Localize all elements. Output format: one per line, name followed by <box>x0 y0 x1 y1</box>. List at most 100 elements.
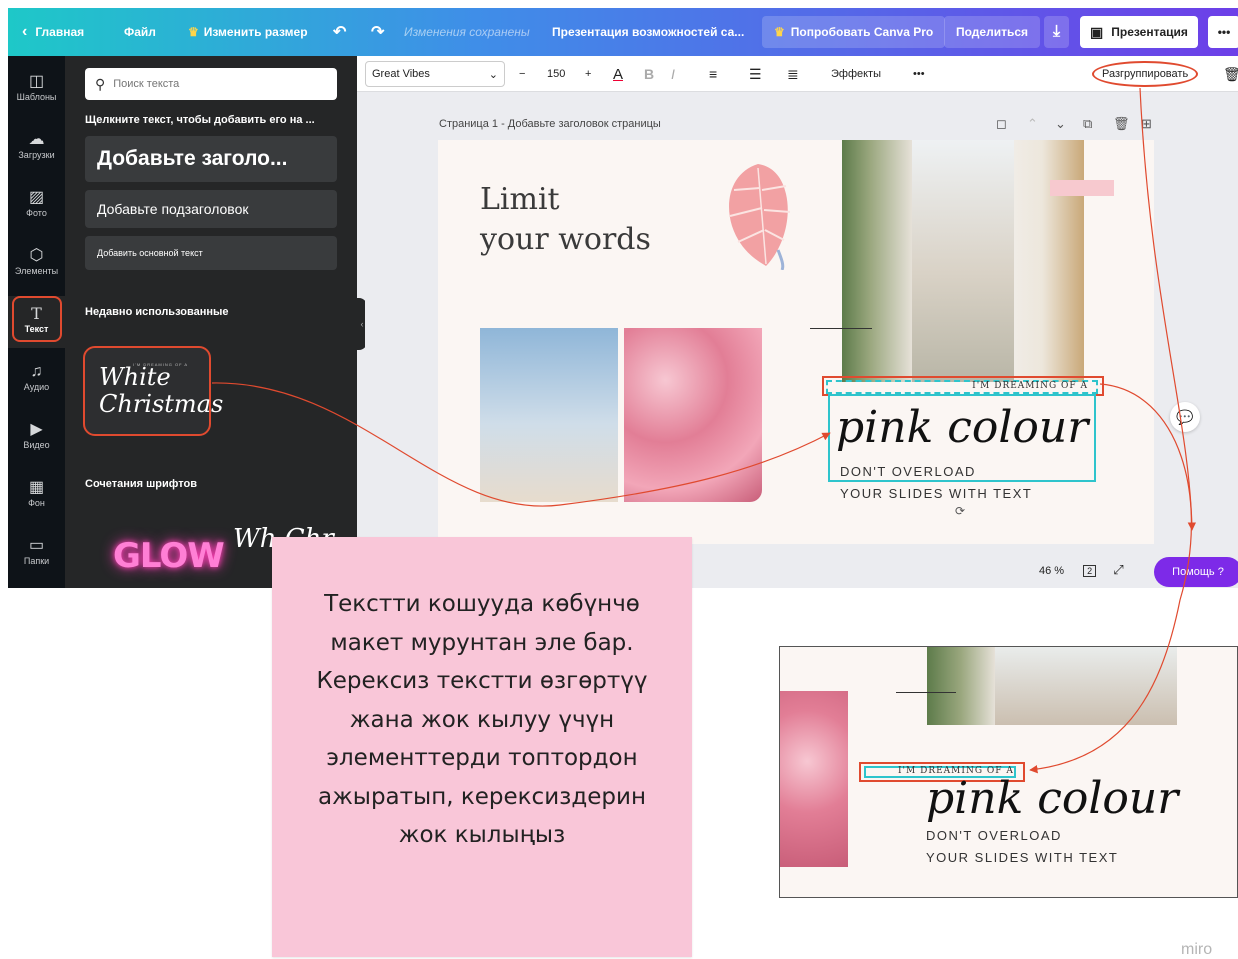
presentation-icon: ▣ <box>1090 23 1104 40</box>
align-icon[interactable]: ≡ <box>709 56 717 92</box>
more-icon[interactable]: ••• <box>1208 16 1238 48</box>
notes-icon[interactable]: ◻ <box>996 116 1007 132</box>
pink-colour-text: pink colour <box>926 773 1179 824</box>
chevron-down-icon: ⌄ <box>488 68 498 81</box>
combos-section-title: Сочетания шрифтов <box>85 478 197 490</box>
increase-size-button[interactable]: + <box>585 56 591 92</box>
effects-button[interactable]: Эффекты <box>831 56 881 92</box>
rose-petals-photo[interactable] <box>624 328 762 502</box>
dont-overload-text[interactable]: DON'T OVERLOAD <box>840 464 976 479</box>
canvas-workspace: Страница 1 - Добавьте заголовок страницы… <box>365 92 1238 588</box>
street-photo <box>927 647 1177 725</box>
duplicate-icon[interactable]: ⧉ <box>1083 116 1092 132</box>
file-menu[interactable]: Файл <box>124 8 156 56</box>
page-title[interactable]: Страница 1 - Добавьте заголовок страницы <box>439 118 661 130</box>
top-bar: ‹ Главная Файл ♛ Изменить размер ↶ ↷ Изм… <box>8 8 1238 56</box>
street-photo[interactable] <box>842 140 1084 382</box>
add-heading-button[interactable]: Добавьте заголо... <box>85 136 337 182</box>
sticky-note-text: Текстти кошууда көбүнчө макет мурунтан э… <box>316 591 648 848</box>
monstera-leaf-graphic[interactable] <box>722 160 794 270</box>
photo-icon: ▨ <box>28 189 45 206</box>
ungroup-button[interactable]: Разгруппировать <box>1092 61 1199 87</box>
video-icon: ▶ <box>30 421 43 438</box>
rail-item-audio[interactable]: ♫ Аудио <box>8 354 65 406</box>
rail-item-folders[interactable]: ▭ Папки <box>8 528 65 580</box>
italic-icon[interactable]: I <box>671 56 675 92</box>
resize-button[interactable]: ♛ Изменить размер <box>188 8 308 56</box>
limit-heading[interactable]: Limit your words <box>480 180 651 260</box>
search-input[interactable] <box>113 78 314 90</box>
present-button[interactable]: ▣ Презентация <box>1080 16 1198 48</box>
font-select[interactable]: Great Vibes ⌄ <box>365 61 505 87</box>
upload-icon: ☁ <box>28 131 45 148</box>
recent-section-title: Недавно использованные <box>85 306 229 318</box>
redo-icon[interactable]: ↷ <box>371 8 384 56</box>
bold-icon[interactable]: B <box>644 56 654 92</box>
crown-icon: ♛ <box>774 25 785 39</box>
spacing-icon[interactable]: ≣ <box>787 56 799 92</box>
pink-colour-text[interactable]: pink colour <box>836 402 1088 453</box>
home-button[interactable]: ‹ Главная <box>22 8 84 56</box>
side-rail: ◫ Шаблоны ☁ Загрузки ▨ Фото ⬡ Элементы T… <box>8 56 65 588</box>
document-title[interactable]: Презентация возможностей са... <box>552 8 744 56</box>
add-body-text-button[interactable]: Добавить основной текст <box>85 236 337 270</box>
add-page-icon[interactable]: ⊞ <box>1141 116 1152 132</box>
miro-board: ‹ Главная Файл ♛ Изменить размер ↶ ↷ Изм… <box>0 0 1238 959</box>
chevron-down-icon[interactable]: ⌄ <box>1055 116 1066 132</box>
delete-page-icon[interactable]: 🗑 <box>1113 116 1130 132</box>
elements-icon: ⬡ <box>29 247 44 264</box>
undo-icon[interactable]: ↶ <box>333 8 346 56</box>
rail-item-templates[interactable]: ◫ Шаблоны <box>8 64 65 116</box>
canva-editor-screenshot: ‹ Главная Файл ♛ Изменить размер ↶ ↷ Изм… <box>8 8 1238 588</box>
rail-item-uploads[interactable]: ☁ Загрузки <box>8 122 65 174</box>
divider-line[interactable] <box>810 328 872 329</box>
women-beach-photo[interactable] <box>480 328 618 502</box>
help-button[interactable]: Помощь ? <box>1154 557 1238 587</box>
decrease-size-button[interactable]: − <box>519 56 525 92</box>
search-box[interactable]: ⚲ <box>85 68 337 100</box>
text-panel: ⚲ Щелкните текст, чтобы добавить его на … <box>65 56 357 588</box>
crown-icon: ♛ <box>188 25 199 39</box>
comment-icon[interactable]: 💬 <box>1170 402 1200 432</box>
more-options-icon[interactable]: ••• <box>913 56 925 92</box>
highlight-outline <box>12 296 62 342</box>
try-pro-button[interactable]: ♛ Попробовать Canva Pro <box>762 16 946 48</box>
folder-icon: ▭ <box>28 537 45 554</box>
audio-icon: ♫ <box>30 363 43 380</box>
rail-item-elements[interactable]: ⬡ Элементы <box>8 238 65 290</box>
miro-watermark: miro <box>1181 941 1213 958</box>
panel-hint: Щелкните текст, чтобы добавить его на ..… <box>85 114 315 126</box>
fullscreen-icon[interactable]: ⤢ <box>1113 562 1123 577</box>
dreaming-text[interactable]: I'M DREAMING OF A <box>838 381 1088 391</box>
rose-petals-photo <box>780 691 848 867</box>
zoom-controls[interactable]: 46 % 2 ⤢ <box>1039 562 1124 578</box>
font-size-input[interactable]: 150 <box>547 56 565 92</box>
divider-line <box>896 692 956 693</box>
rail-item-background[interactable]: ▦ Фон <box>8 470 65 522</box>
rail-item-text[interactable]: T Текст <box>8 296 65 348</box>
page-count-icon[interactable]: 2 <box>1083 565 1097 577</box>
your-slides-text[interactable]: YOUR SLIDES WITH TEXT <box>840 486 1032 501</box>
sticky-note[interactable]: Текстти кошууда көбүнчө макет мурунтан э… <box>272 537 692 957</box>
background-icon: ▦ <box>28 479 45 496</box>
chevron-up-icon[interactable]: ⌃ <box>1027 116 1038 132</box>
templates-icon: ◫ <box>28 73 45 90</box>
recent-font-combo[interactable]: I'M DREAMING OF A White Christmas <box>83 346 223 436</box>
chevron-left-icon: ‹ <box>22 23 28 40</box>
list-icon[interactable]: ☰ <box>749 56 762 92</box>
zoom-level[interactable]: 46 % <box>1039 565 1064 577</box>
rail-item-video[interactable]: ▶ Видео <box>8 412 65 464</box>
trash-icon[interactable]: 🗑 <box>1223 56 1238 92</box>
dont-overload-text: DON'T OVERLOAD <box>926 828 1062 843</box>
save-status: Изменения сохранены <box>404 25 530 39</box>
share-button[interactable]: Поделиться <box>944 16 1041 48</box>
download-icon[interactable]: ⤓ <box>1044 16 1070 48</box>
pink-bar-shape[interactable] <box>1050 180 1114 196</box>
text-color-icon[interactable]: A <box>613 56 623 92</box>
rotate-handle-icon[interactable]: ⟳ <box>955 504 965 518</box>
add-subheading-button[interactable]: Добавьте подзаголовок <box>85 190 337 228</box>
slide-canvas[interactable]: Limit your words I'M DREAMING OF A pink … <box>438 140 1154 544</box>
glow-combo[interactable]: GLOW <box>113 536 225 576</box>
rail-item-photos[interactable]: ▨ Фото <box>8 180 65 232</box>
recent-combo-text: White Christmas <box>99 363 224 418</box>
